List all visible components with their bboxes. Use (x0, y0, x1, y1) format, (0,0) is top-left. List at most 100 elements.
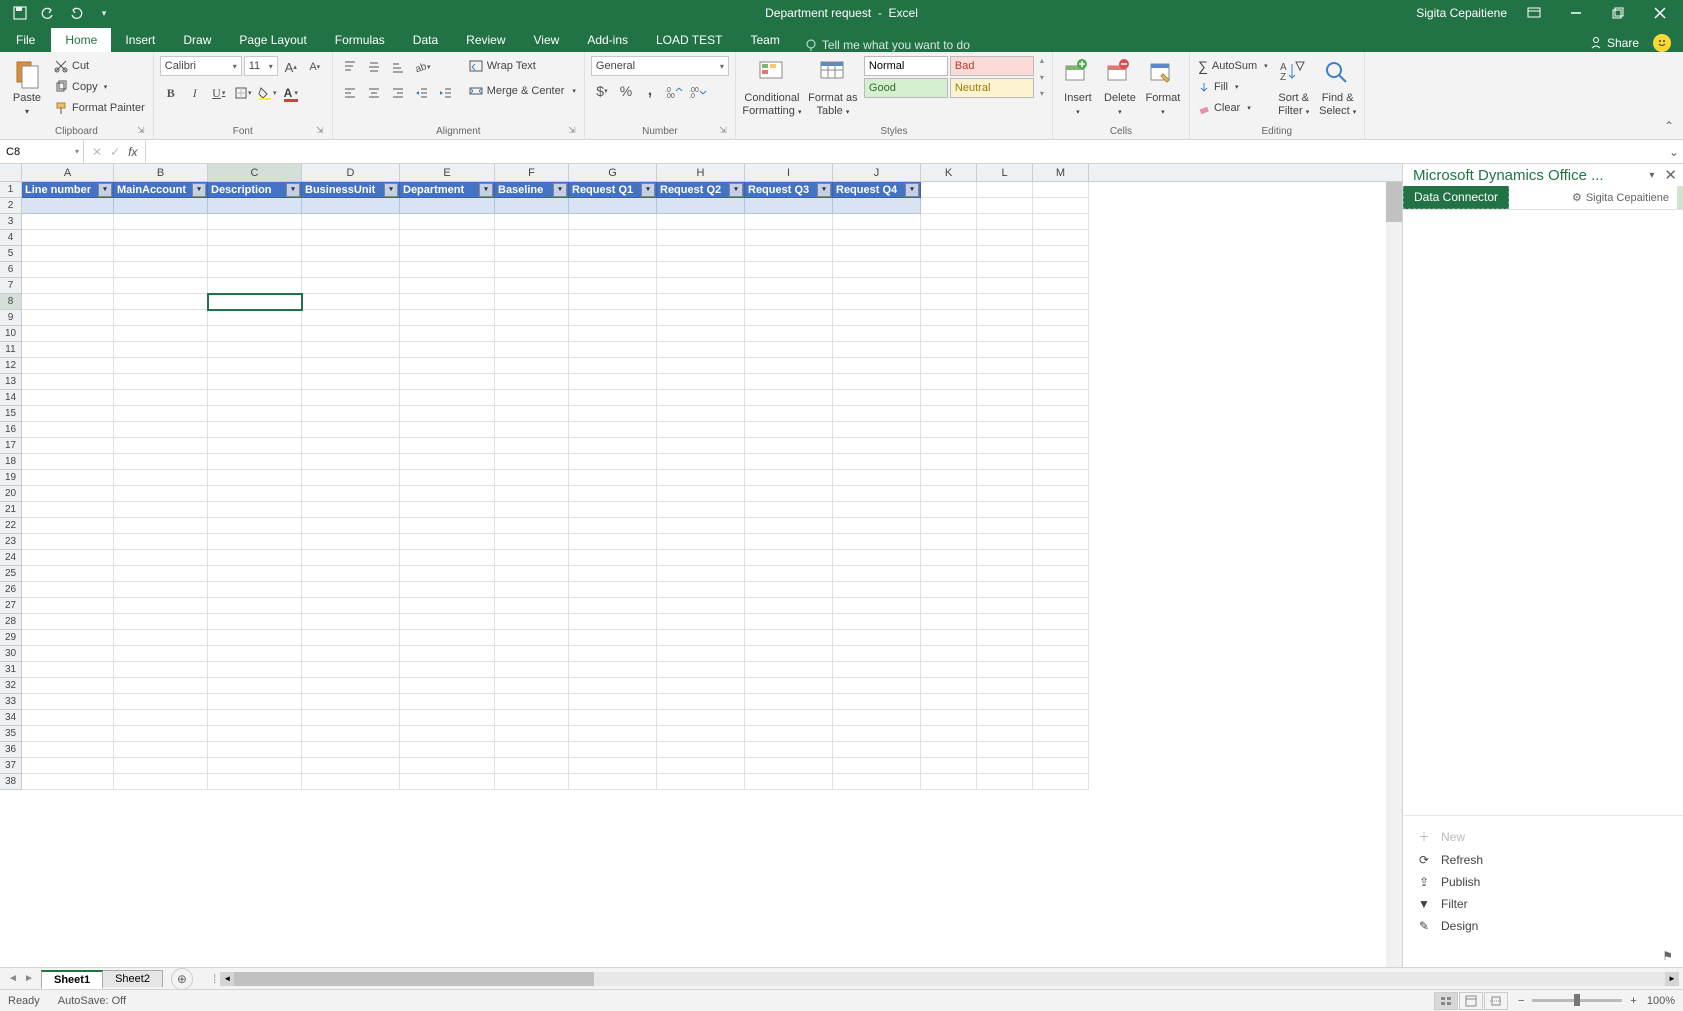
cell[interactable] (22, 358, 114, 374)
cell[interactable] (302, 598, 400, 614)
row-header[interactable]: 7 (0, 278, 22, 294)
cell[interactable] (22, 614, 114, 630)
dc-action-refresh[interactable]: ⟳Refresh (1415, 849, 1671, 871)
cell[interactable] (495, 422, 569, 438)
cell[interactable] (302, 198, 400, 214)
cell[interactable] (114, 230, 208, 246)
cell[interactable] (495, 614, 569, 630)
cell[interactable] (921, 438, 977, 454)
cell[interactable] (495, 518, 569, 534)
fill-button[interactable]: Fill▾ (1196, 77, 1270, 97)
cell[interactable] (302, 550, 400, 566)
cell[interactable] (114, 214, 208, 230)
cell[interactable] (977, 694, 1033, 710)
cell[interactable] (114, 742, 208, 758)
zoom-slider-thumb[interactable] (1574, 994, 1580, 1006)
cell[interactable] (657, 278, 745, 294)
cell[interactable] (569, 550, 657, 566)
bold-icon[interactable]: B (160, 82, 182, 104)
cell[interactable]: BusinessUnit▾ (302, 182, 400, 198)
cell[interactable] (745, 646, 833, 662)
tab-home[interactable]: Home (51, 28, 111, 52)
cell[interactable] (400, 214, 495, 230)
row-header[interactable]: 28 (0, 614, 22, 630)
column-header[interactable]: A (22, 164, 114, 181)
table-filter-button[interactable]: ▾ (192, 183, 206, 197)
taskpane-options-icon[interactable]: ▾ (1649, 170, 1654, 181)
cell[interactable] (921, 486, 977, 502)
row-header[interactable]: 16 (0, 422, 22, 438)
cell[interactable] (208, 598, 302, 614)
cell[interactable]: Request Q2▾ (657, 182, 745, 198)
cell[interactable] (400, 230, 495, 246)
cell[interactable] (22, 246, 114, 262)
cell[interactable] (400, 758, 495, 774)
cell[interactable] (208, 406, 302, 422)
view-normal-icon[interactable] (1434, 992, 1458, 1010)
cell[interactable] (977, 182, 1033, 198)
column-header[interactable]: C (208, 164, 302, 181)
cell[interactable] (1033, 550, 1089, 566)
cell[interactable] (977, 566, 1033, 582)
cell[interactable] (400, 198, 495, 214)
cell[interactable] (302, 534, 400, 550)
cell[interactable] (833, 726, 921, 742)
row-header[interactable]: 10 (0, 326, 22, 342)
vertical-scrollbar-thumb[interactable] (1386, 182, 1402, 222)
cell[interactable] (745, 742, 833, 758)
tell-me-search[interactable]: Tell me what you want to do (804, 38, 970, 52)
cell[interactable] (400, 550, 495, 566)
cell[interactable] (833, 646, 921, 662)
view-page-layout-icon[interactable] (1459, 992, 1483, 1010)
dc-action-filter[interactable]: ▼Filter (1415, 893, 1671, 915)
cell[interactable] (22, 742, 114, 758)
cell[interactable] (22, 598, 114, 614)
cell[interactable] (833, 310, 921, 326)
tab-addins[interactable]: Add-ins (573, 28, 642, 52)
sheet-nav-prev[interactable]: ◄ (6, 973, 20, 984)
cell[interactable] (208, 198, 302, 214)
cell[interactable] (569, 470, 657, 486)
cell[interactable] (1033, 198, 1089, 214)
cell[interactable] (657, 630, 745, 646)
cell[interactable] (833, 486, 921, 502)
cell[interactable] (208, 518, 302, 534)
cell[interactable] (569, 614, 657, 630)
cell[interactable] (1033, 342, 1089, 358)
cell[interactable] (745, 374, 833, 390)
cell[interactable] (208, 262, 302, 278)
align-top-icon[interactable] (339, 56, 361, 78)
cell[interactable]: Department▾ (400, 182, 495, 198)
cell[interactable] (977, 742, 1033, 758)
tab-formulas[interactable]: Formulas (321, 28, 399, 52)
style-normal[interactable]: Normal (864, 56, 948, 76)
cell[interactable] (657, 246, 745, 262)
cell[interactable] (833, 742, 921, 758)
cell[interactable] (495, 374, 569, 390)
cell[interactable] (208, 390, 302, 406)
cell[interactable] (495, 262, 569, 278)
cell[interactable] (302, 230, 400, 246)
cell[interactable] (114, 550, 208, 566)
cell[interactable] (114, 534, 208, 550)
cell[interactable] (921, 582, 977, 598)
cell[interactable] (745, 630, 833, 646)
cell[interactable] (569, 486, 657, 502)
cell[interactable] (977, 550, 1033, 566)
cell[interactable] (977, 598, 1033, 614)
spreadsheet-grid[interactable]: ABCDEFGHIJKLM 1Line number▾MainAccount▾D… (0, 164, 1402, 967)
paste-button[interactable]: Paste▾ (6, 56, 48, 122)
tab-load-test[interactable]: LOAD TEST (642, 28, 736, 52)
cell[interactable] (495, 710, 569, 726)
cell[interactable] (114, 470, 208, 486)
cell[interactable] (569, 326, 657, 342)
cell[interactable] (208, 486, 302, 502)
save-icon[interactable] (12, 5, 28, 21)
cell[interactable] (833, 342, 921, 358)
cell[interactable] (114, 390, 208, 406)
cell[interactable] (22, 726, 114, 742)
row-header[interactable]: 20 (0, 486, 22, 502)
cell[interactable] (657, 678, 745, 694)
cell[interactable] (114, 518, 208, 534)
cell[interactable] (400, 326, 495, 342)
